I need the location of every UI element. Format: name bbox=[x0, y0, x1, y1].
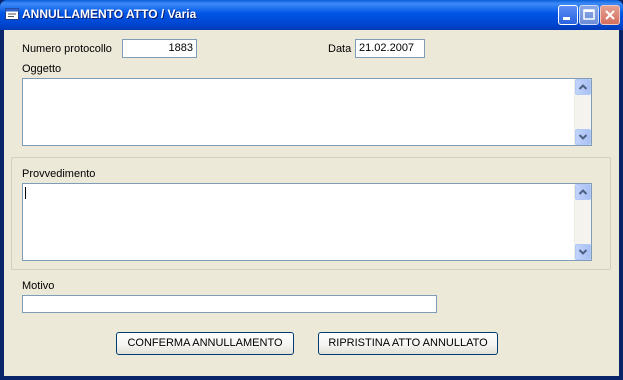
protocollo-label: Numero protocollo bbox=[22, 43, 112, 55]
minimize-icon bbox=[563, 17, 570, 20]
minimize-button[interactable] bbox=[558, 5, 578, 25]
form-window-icon bbox=[5, 8, 19, 20]
close-icon bbox=[605, 10, 615, 20]
arrow-down-icon bbox=[578, 249, 588, 255]
motivo-field[interactable] bbox=[22, 295, 437, 313]
text-cursor bbox=[25, 187, 26, 199]
maximize-button[interactable] bbox=[579, 5, 599, 25]
scroll-up-button[interactable] bbox=[575, 79, 591, 95]
oggetto-scrollbar[interactable] bbox=[574, 79, 591, 145]
scroll-down-button[interactable] bbox=[575, 244, 591, 260]
oggetto-label: Oggetto bbox=[22, 63, 62, 75]
provvedimento-label: Provvedimento bbox=[22, 168, 96, 180]
conferma-annullamento-button[interactable]: CONFERMA ANNULLAMENTO bbox=[116, 332, 294, 355]
window-title: ANNULLAMENTO ATTO / Varia bbox=[22, 7, 197, 21]
close-button[interactable] bbox=[600, 5, 620, 25]
maximize-icon bbox=[583, 9, 595, 20]
scroll-up-button[interactable] bbox=[575, 184, 591, 200]
motivo-label: Motivo bbox=[22, 280, 55, 292]
title-bar[interactable]: ANNULLAMENTO ATTO / Varia bbox=[0, 0, 623, 30]
data-field[interactable]: 21.02.2007 bbox=[355, 39, 425, 58]
form-area: Numero protocollo 1883 Data 21.02.2007 O… bbox=[4, 30, 619, 376]
arrow-up-icon bbox=[578, 189, 588, 195]
arrow-up-icon bbox=[578, 84, 588, 90]
scroll-down-button[interactable] bbox=[575, 129, 591, 145]
data-label: Data bbox=[328, 43, 352, 55]
provvedimento-scrollbar[interactable] bbox=[574, 184, 591, 260]
ripristina-atto-button[interactable]: RIPRISTINA ATTO ANNULLATO bbox=[318, 332, 498, 355]
provvedimento-textarea[interactable] bbox=[22, 183, 592, 261]
oggetto-textarea[interactable] bbox=[22, 78, 592, 146]
arrow-down-icon bbox=[578, 134, 588, 140]
protocollo-field[interactable]: 1883 bbox=[122, 39, 197, 58]
application-window: ANNULLAMENTO ATTO / Varia Numero protoco… bbox=[0, 0, 623, 380]
